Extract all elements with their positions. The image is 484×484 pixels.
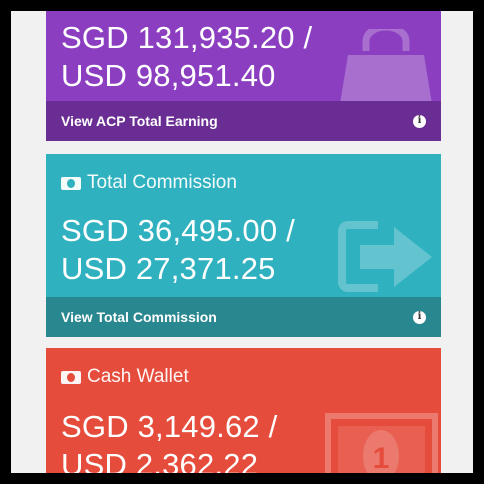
commission-amount-usd: USD 27,371.25 bbox=[61, 251, 276, 286]
view-total-commission-link[interactable]: View Total Commission i bbox=[46, 297, 441, 337]
acp-amount-sgd: SGD 131,935.20 / bbox=[61, 20, 313, 55]
money-icon bbox=[61, 370, 81, 384]
info-icon[interactable]: i bbox=[413, 114, 426, 128]
view-total-commission-label: View Total Commission bbox=[61, 309, 217, 325]
total-commission-title-label: Total Commission bbox=[87, 172, 237, 193]
money-icon bbox=[61, 176, 81, 190]
view-acp-total-earning-link[interactable]: View ACP Total Earning i bbox=[46, 101, 441, 141]
cash-wallet-title-label: Cash Wallet bbox=[87, 366, 189, 387]
cash-wallet-title: Cash Wallet bbox=[61, 366, 189, 388]
banknote-icon: 1 bbox=[325, 413, 438, 473]
svg-text:1: 1 bbox=[373, 442, 390, 473]
total-commission-card-body: Total Commission SGD 36,495.00 / USD 27,… bbox=[46, 154, 441, 297]
cash-amount-sgd: SGD 3,149.62 / bbox=[61, 409, 278, 444]
cash-amount-usd: USD 2,362.22 bbox=[61, 447, 259, 473]
commission-amount-sgd: SGD 36,495.00 / bbox=[61, 213, 295, 248]
shopping-bag-icon bbox=[340, 29, 432, 104]
cash-wallet-card: 1 Cash Wallet SGD 3,149.62 / USD 2,362.2… bbox=[46, 348, 441, 473]
screenshot-frame: SGD 131,935.20 / USD 98,951.40 View ACP … bbox=[11, 11, 473, 473]
share-arrow-icon bbox=[338, 221, 432, 292]
info-icon[interactable]: i bbox=[413, 310, 426, 324]
acp-earning-card: SGD 131,935.20 / USD 98,951.40 View ACP … bbox=[46, 11, 441, 141]
dashboard-scroll-area[interactable]: SGD 131,935.20 / USD 98,951.40 View ACP … bbox=[11, 11, 473, 473]
total-commission-title: Total Commission bbox=[61, 172, 237, 194]
cash-wallet-card-body: 1 Cash Wallet SGD 3,149.62 / USD 2,362.2… bbox=[46, 348, 441, 473]
total-commission-card: Total Commission SGD 36,495.00 / USD 27,… bbox=[46, 154, 441, 337]
acp-earning-card-body: SGD 131,935.20 / USD 98,951.40 bbox=[46, 11, 441, 104]
view-acp-total-earning-label: View ACP Total Earning bbox=[61, 113, 218, 129]
acp-amount-usd: USD 98,951.40 bbox=[61, 58, 276, 93]
